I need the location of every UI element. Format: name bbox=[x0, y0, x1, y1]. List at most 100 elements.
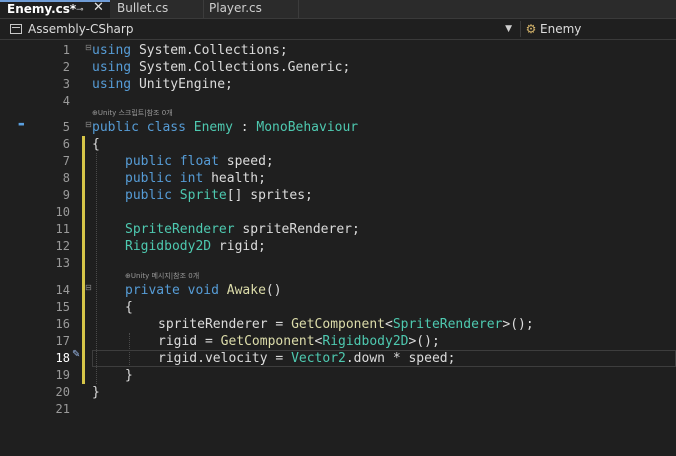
code-text: [] sprites; bbox=[226, 188, 313, 203]
line-number: 14 bbox=[55, 283, 70, 297]
keyword: public bbox=[125, 171, 172, 186]
code-line: } bbox=[125, 368, 133, 383]
type-name: Rigidbody2D bbox=[125, 239, 212, 254]
keyword: using bbox=[92, 43, 132, 58]
type-name: Sprite bbox=[179, 188, 227, 203]
keyword: private bbox=[125, 283, 180, 298]
tab-label: Enemy.cs* bbox=[7, 2, 77, 16]
code-text: rigid; bbox=[211, 239, 266, 254]
tab-label: Player.cs bbox=[209, 1, 262, 15]
code-line: using System.Collections.Generic; bbox=[92, 59, 350, 76]
code-text: UnityEngine; bbox=[131, 77, 233, 92]
code-line: public class Enemy : MonoBehaviour bbox=[92, 119, 358, 136]
fold-icon[interactable]: ⊟ bbox=[85, 121, 92, 129]
code-line: public Sprite[] sprites; bbox=[125, 187, 313, 204]
line-number: 1 bbox=[62, 43, 70, 57]
code-text: rigid.velocity = bbox=[158, 351, 292, 366]
code-line: public int health; bbox=[125, 170, 266, 187]
keyword: class bbox=[146, 120, 186, 135]
project-icon bbox=[10, 24, 22, 34]
method-name: GetComponent bbox=[291, 317, 385, 332]
line-number: 16 bbox=[55, 317, 70, 331]
keyword: public bbox=[125, 154, 172, 169]
code-line: public float speed; bbox=[125, 153, 274, 170]
navigation-bar: Assembly-CSharp ▼ ⚙ Enemy bbox=[0, 18, 676, 40]
code-text: >(); bbox=[502, 317, 534, 332]
line-number: 7 bbox=[62, 154, 70, 168]
line-number: 20 bbox=[55, 385, 70, 399]
code-line: rigid = GetComponent<Rigidbody2D>(); bbox=[158, 333, 440, 350]
type-name: Rigidbody2D bbox=[322, 334, 409, 349]
keyword: int bbox=[179, 171, 204, 186]
codelens-class[interactable]: ⊕Unity 스크립트|참조 0개 bbox=[92, 109, 173, 118]
tab-bar: Enemy.cs* ⊸ ✕ Bullet.cs Player.cs bbox=[0, 0, 676, 18]
divider bbox=[520, 21, 521, 37]
line-number: 3 bbox=[62, 77, 70, 91]
code-text: rigid = bbox=[158, 334, 221, 349]
code-line: SpriteRenderer spriteRenderer; bbox=[125, 221, 360, 238]
line-number: 12 bbox=[55, 239, 70, 253]
keyword: using bbox=[92, 77, 132, 92]
code-text: >(); bbox=[408, 334, 440, 349]
bookmark-icon: ▬ bbox=[18, 120, 25, 128]
line-number: 19 bbox=[55, 368, 70, 382]
pin-icon[interactable]: ⊸ bbox=[76, 3, 84, 17]
code-text: spriteRenderer = bbox=[158, 317, 292, 332]
line-number: 8 bbox=[62, 171, 70, 185]
type-dropdown[interactable]: ⚙ Enemy bbox=[524, 20, 674, 39]
code-text: health; bbox=[203, 171, 266, 186]
tab-label: Bullet.cs bbox=[117, 1, 169, 15]
keyword: public bbox=[125, 188, 172, 203]
type-label: Enemy bbox=[540, 22, 582, 36]
code-text: () bbox=[265, 283, 282, 298]
line-number: 21 bbox=[55, 402, 70, 416]
keyword: using bbox=[92, 60, 132, 75]
keyword: float bbox=[179, 154, 219, 169]
codelens-method[interactable]: ⊕Unity 메시지|참조 0개 bbox=[125, 272, 199, 281]
class-icon: ⚙ bbox=[525, 22, 537, 36]
code-line: using UnityEngine; bbox=[92, 76, 233, 93]
type-name: SpriteRenderer bbox=[392, 317, 503, 332]
line-number: 4 bbox=[62, 94, 70, 108]
code-editor[interactable]: ▬ 1 2 3 4 5 6 7 8 9 10 11 12 13 14 15 16… bbox=[0, 40, 676, 456]
close-icon[interactable]: ✕ bbox=[93, 1, 104, 15]
change-indicator bbox=[82, 136, 85, 384]
code-text: System.Collections.Generic; bbox=[131, 60, 351, 75]
code-line: } bbox=[92, 385, 100, 400]
project-label: Assembly-CSharp bbox=[28, 22, 134, 36]
type-name: Vector2 bbox=[291, 351, 346, 366]
line-number: 9 bbox=[62, 188, 70, 202]
type-name: SpriteRenderer bbox=[125, 222, 235, 237]
code-text: System.Collections; bbox=[131, 43, 288, 58]
code-text: < bbox=[384, 317, 393, 332]
code-line: { bbox=[92, 137, 100, 152]
code-line: private void Awake() bbox=[125, 282, 282, 299]
code-text: : bbox=[232, 120, 257, 135]
method-name: Awake bbox=[226, 283, 266, 298]
fold-icon[interactable]: ⊟ bbox=[85, 284, 92, 292]
fold-icon[interactable]: ⊟ bbox=[85, 44, 92, 52]
line-number-current: 18 bbox=[55, 351, 70, 365]
line-number: 17 bbox=[55, 334, 70, 348]
code-line-current: rigid.velocity = Vector2.down * speed; bbox=[158, 350, 455, 367]
code-line: spriteRenderer = GetComponent<SpriteRend… bbox=[158, 316, 534, 333]
quick-action-icon[interactable]: ✎ bbox=[72, 349, 80, 360]
code-text: speed; bbox=[218, 154, 274, 169]
code-line: Rigidbody2D rigid; bbox=[125, 238, 266, 255]
line-number: 10 bbox=[55, 205, 70, 219]
tab-enemy-cs[interactable]: Enemy.cs* ⊸ ✕ bbox=[0, 0, 110, 18]
line-number: 11 bbox=[55, 222, 70, 236]
line-number: 5 bbox=[62, 120, 70, 134]
tab-player-cs[interactable]: Player.cs bbox=[203, 0, 299, 18]
type-name: MonoBehaviour bbox=[256, 120, 359, 135]
code-line: using System.Collections; bbox=[92, 42, 288, 59]
line-number: 13 bbox=[55, 256, 70, 270]
keyword: public bbox=[92, 120, 139, 135]
project-dropdown[interactable]: Assembly-CSharp ▼ bbox=[6, 20, 518, 39]
tab-bullet-cs[interactable]: Bullet.cs bbox=[110, 0, 204, 18]
chevron-down-icon: ▼ bbox=[505, 24, 512, 34]
type-name: Enemy bbox=[193, 120, 233, 135]
keyword: void bbox=[187, 283, 219, 298]
code-line: { bbox=[125, 300, 133, 315]
method-name: GetComponent bbox=[220, 334, 315, 349]
